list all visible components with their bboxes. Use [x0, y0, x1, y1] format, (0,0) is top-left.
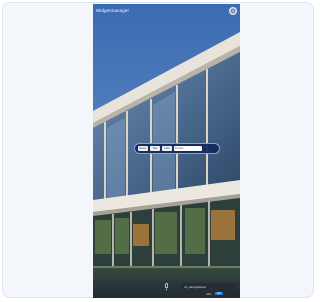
- panel-message: Lift_Hauptgebäude: [184, 286, 206, 289]
- microphone-icon: [164, 283, 168, 291]
- widget-button-1[interactable]: Raum: [138, 146, 148, 151]
- gear-icon: [230, 8, 236, 14]
- app-title: Widgetmanager: [96, 8, 130, 13]
- ok-button[interactable]: OK: [215, 292, 223, 295]
- top-bar: Widgetmanager: [93, 4, 240, 20]
- cancel-button[interactable]: Abbr.: [206, 293, 212, 296]
- widget-button-3[interactable]: Licht: [162, 146, 172, 151]
- phone-screen: Widgetmanager Raum Text Licht Einsatz Li…: [93, 4, 240, 298]
- widget-input[interactable]: Einsatz: [174, 146, 202, 151]
- bottom-panel: Lift_Hauptgebäude Abbr. OK: [181, 283, 237, 298]
- settings-button[interactable]: [229, 7, 237, 15]
- widget-toolbar: Raum Text Licht Einsatz: [134, 143, 220, 154]
- microphone-button[interactable]: [163, 283, 169, 291]
- widget-button-2[interactable]: Text: [150, 146, 160, 151]
